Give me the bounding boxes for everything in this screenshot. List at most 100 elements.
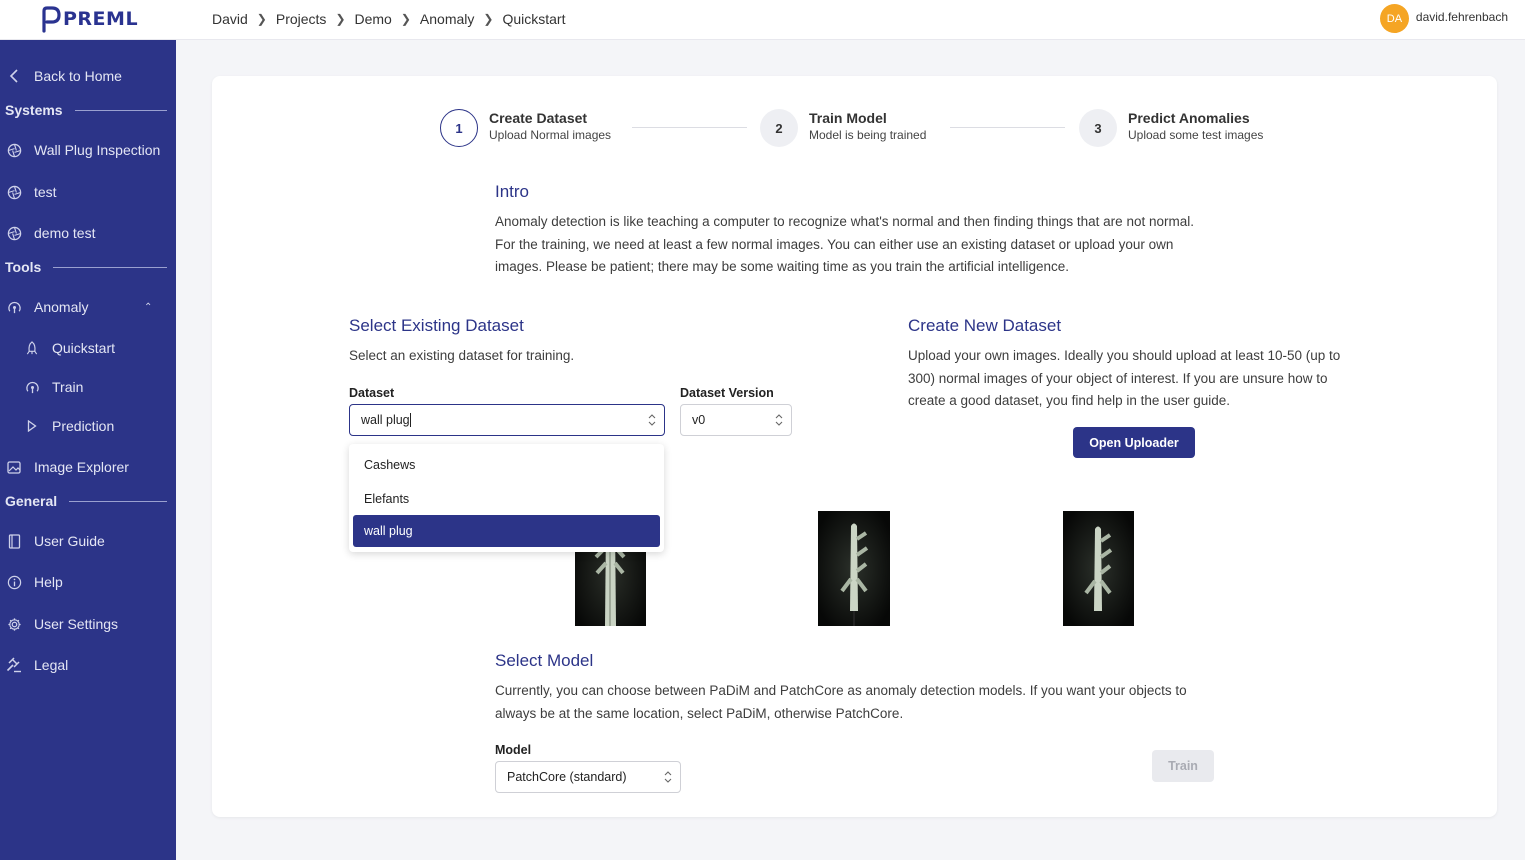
rocket-icon <box>24 340 40 356</box>
dataset-select[interactable]: wall plug <box>349 404 665 436</box>
sidebar-item-image-explorer[interactable]: Image Explorer <box>0 452 176 482</box>
open-uploader-button[interactable]: Open Uploader <box>1073 427 1195 458</box>
sidebar-section-tools: Tools <box>5 257 167 277</box>
sidebar-item-wall-plug-inspection[interactable]: Wall Plug Inspection <box>0 135 176 165</box>
logo-mark-icon <box>42 6 61 33</box>
sidebar-item-test[interactable]: test <box>0 177 176 207</box>
select-model-title: Select Model <box>495 651 594 670</box>
step-predict-anomalies: 3 Predict Anomalies Upload some test ima… <box>1079 109 1263 147</box>
step-title: Create Dataset <box>489 110 588 126</box>
preml-logo[interactable]: PREML <box>40 4 138 34</box>
sidebar-item-train[interactable]: Train <box>0 372 176 402</box>
dataset-dropdown-menu: Cashews Elefants wall plug <box>349 444 664 552</box>
radar-icon <box>24 379 40 395</box>
step-number: 2 <box>760 109 798 147</box>
sidebar-item-label: Train <box>52 379 84 395</box>
step-desc: Upload some test images <box>1128 128 1264 142</box>
sidebar-item-label: test <box>34 184 57 200</box>
step-desc: Model is being trained <box>809 128 927 142</box>
dataset-label: Dataset <box>349 386 395 400</box>
sidebar-item-label: Wall Plug Inspection <box>34 142 161 158</box>
wall-plug-image <box>818 511 890 626</box>
step-title: Train Model <box>809 110 887 126</box>
dataset-option-elefants[interactable]: Elefants <box>353 483 660 515</box>
step-desc: Upload Normal images <box>489 128 612 142</box>
logo-text-ml: ML <box>106 8 139 30</box>
dataset-version-label: Dataset Version <box>680 386 774 400</box>
sidebar-section-general: General <box>5 491 167 511</box>
dataset-image-thumbnail[interactable] <box>1063 511 1134 626</box>
text-cursor <box>409 413 411 427</box>
gear-icon <box>6 616 22 632</box>
dataset-image-thumbnail[interactable] <box>818 511 890 626</box>
sidebar-item-prediction[interactable]: Prediction <box>0 411 176 441</box>
intro-text: Anomaly detection is like teaching a com… <box>495 214 1194 274</box>
chevron-right-icon: ❯ <box>483 12 494 26</box>
select-arrows-icon <box>664 771 672 783</box>
sidebar-item-demo-test[interactable]: demo test <box>0 218 176 248</box>
breadcrumb-anomaly[interactable]: Anomaly <box>420 11 474 27</box>
step-number: 1 <box>440 109 478 147</box>
select-arrows-icon <box>648 414 656 426</box>
radar-icon <box>6 299 22 315</box>
sidebar-item-legal[interactable]: Legal <box>0 650 176 680</box>
sidebar-item-label: Help <box>34 574 63 590</box>
breadcrumb: David ❯ Projects ❯ Demo ❯ Anomaly ❯ Quic… <box>212 11 565 27</box>
book-icon <box>6 533 22 549</box>
avatar[interactable]: DA <box>1379 4 1409 33</box>
sidebar-item-label: Image Explorer <box>34 459 129 475</box>
dataset-option-wall-plug[interactable]: wall plug <box>353 515 660 547</box>
aperture-icon <box>6 225 22 241</box>
model-label: Model <box>495 743 532 757</box>
sidebar-item-label: User Guide <box>34 533 105 549</box>
section-title: Systems <box>5 102 63 118</box>
chevron-right-icon: ❯ <box>335 12 346 26</box>
top-bar: PREML David ❯ Projects ❯ Demo ❯ Anomaly … <box>0 0 1525 40</box>
sidebar-item-anomaly[interactable]: Anomaly ⌃ <box>0 292 176 322</box>
existing-dataset-text: Select an existing dataset for training. <box>349 348 575 363</box>
user-menu[interactable]: DA david.fehrenbach <box>1379 4 1508 33</box>
sidebar-item-user-guide[interactable]: User Guide <box>0 526 176 556</box>
dataset-version-value: v0 <box>692 413 706 427</box>
dataset-select-value: wall plug <box>361 413 410 427</box>
breadcrumb-projects[interactable]: Projects <box>276 11 327 27</box>
aperture-icon <box>6 184 22 200</box>
sidebar-item-quickstart[interactable]: Quickstart <box>0 333 176 363</box>
section-title: General <box>5 493 58 509</box>
create-dataset-text: Upload your own images. Ideally you shou… <box>908 348 1341 408</box>
create-dataset-title: Create New Dataset <box>908 316 1062 335</box>
sidebar-item-user-settings[interactable]: User Settings <box>0 609 176 639</box>
user-name[interactable]: david.fehrenbach <box>1416 10 1508 24</box>
chevron-right-icon: ❯ <box>400 12 411 26</box>
sidebar-item-label: demo test <box>34 225 96 241</box>
chevron-left-icon <box>6 68 22 84</box>
step-connector <box>950 127 1065 128</box>
breadcrumb-demo[interactable]: Demo <box>355 11 392 27</box>
dataset-version-select[interactable]: v0 <box>680 404 792 436</box>
train-button[interactable]: Train <box>1152 750 1214 782</box>
play-icon <box>24 418 40 434</box>
sidebar-section-systems: Systems <box>5 100 167 120</box>
logo-text-pre: PRE <box>63 8 107 30</box>
dataset-option-cashews[interactable]: Cashews <box>353 449 660 481</box>
select-model-text: Currently, you can choose between PaDiM … <box>495 683 1187 721</box>
chevron-up-icon[interactable]: ⌃ <box>144 302 152 313</box>
breadcrumb-david[interactable]: David <box>212 11 248 27</box>
breadcrumb-quickstart[interactable]: Quickstart <box>502 11 565 27</box>
sidebar-item-help[interactable]: Help <box>0 567 176 597</box>
select-arrows-icon <box>775 414 783 426</box>
step-train-model: 2 Train Model Model is being trained <box>760 109 926 147</box>
step-number: 3 <box>1079 109 1117 147</box>
aperture-icon <box>6 142 22 158</box>
model-select[interactable]: PatchCore (standard) <box>495 761 681 793</box>
info-icon <box>6 574 22 590</box>
step-title: Predict Anomalies <box>1128 110 1250 126</box>
image-icon <box>6 459 22 475</box>
section-title: Tools <box>5 259 42 275</box>
intro-title: Intro <box>495 182 530 201</box>
sidebar-item-back-to-home[interactable]: Back to Home <box>0 61 176 91</box>
sidebar-item-label: Prediction <box>52 418 115 434</box>
chevron-right-icon: ❯ <box>256 12 267 26</box>
sidebar-item-label: User Settings <box>34 616 119 632</box>
model-select-value: PatchCore (standard) <box>507 770 627 784</box>
